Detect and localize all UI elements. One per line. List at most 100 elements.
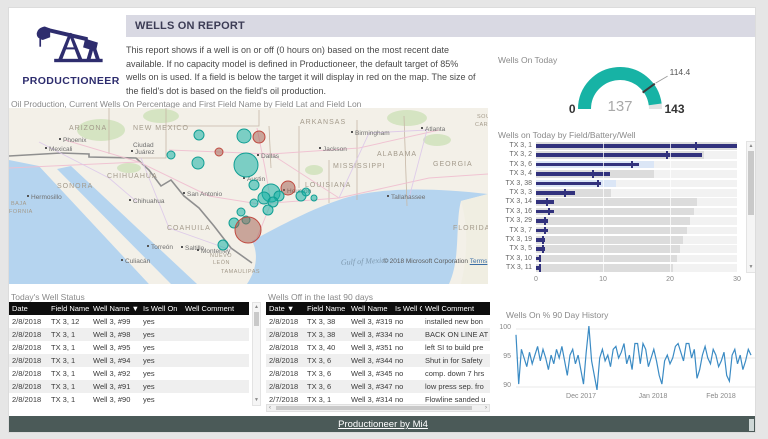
scroll-right-icon[interactable]: › <box>485 405 487 412</box>
field-bubble-on[interactable] <box>263 205 273 215</box>
bar-row[interactable]: TX 3, 2 <box>498 150 756 159</box>
scroll-up-icon[interactable]: ▲ <box>253 304 260 311</box>
table-row[interactable]: 2/8/2018TX 3, 1Well 3, #92yes <box>9 367 249 380</box>
line-y-tick-label: 95 <box>489 353 511 360</box>
scroll-up-icon[interactable]: ▲ <box>747 143 755 150</box>
table-row[interactable]: 2/8/2018TX 3, 40Well 3, #351noleft SI to… <box>266 341 490 354</box>
table-row[interactable]: 2/8/2018TX 3, 1Well 3, #94yes <box>9 354 249 367</box>
column-header[interactable]: Is Well On <box>140 302 182 315</box>
map-region-label: CARO <box>475 122 488 128</box>
scrollbar-thumb[interactable] <box>254 312 259 326</box>
field-bubble-on[interactable] <box>167 151 175 159</box>
bar-row[interactable]: TX 3, 7 <box>498 226 756 235</box>
field-bubble-on[interactable] <box>194 130 204 140</box>
bar-wells-on[interactable] <box>536 153 702 157</box>
bar-row[interactable]: TX 3, 14 <box>498 197 756 206</box>
scroll-left-icon[interactable]: ‹ <box>269 405 271 412</box>
bar-wells-on[interactable] <box>536 172 610 176</box>
column-header[interactable]: Date <box>9 302 48 315</box>
table-cell: Shut in for Safety <box>422 354 490 367</box>
bar-category-label: TX 3, 6 <box>498 161 532 168</box>
today-table-scrollbar[interactable]: ▲ ▼ <box>252 302 261 406</box>
field-bubble-on[interactable] <box>250 199 258 207</box>
table-row[interactable]: 2/8/2018TX 3, 1Well 3, #90yes <box>9 393 249 406</box>
column-header[interactable]: Field Name <box>304 302 348 315</box>
footer-scroll-indicator[interactable] <box>749 419 754 431</box>
scrollbar-thumb[interactable] <box>748 151 754 215</box>
bar-row[interactable]: TX 3, 5 <box>498 244 756 253</box>
column-header[interactable]: Well Name <box>348 302 392 315</box>
column-header[interactable]: Is Well On <box>392 302 422 315</box>
map-city-label: Jackson <box>323 146 347 153</box>
field-bubble-on[interactable] <box>192 157 204 169</box>
bar-category-label: TX 3, 14 <box>498 198 532 205</box>
table-row[interactable]: 2/8/2018TX 3, 6Well 3, #344noShut in for… <box>266 354 490 367</box>
table-cell: Well 3, #91 <box>90 380 140 393</box>
table-row[interactable]: 2/8/2018TX 3, 38Well 3, #319noinstalled … <box>266 315 490 328</box>
bar-wells-on[interactable] <box>536 210 554 214</box>
table-cell: Well 3, #90 <box>90 393 140 406</box>
bar-row[interactable]: TX 3, 11 <box>498 263 756 272</box>
table-cell: Well 3, #94 <box>90 354 140 367</box>
bar-row[interactable]: TX 3, 3 <box>498 188 756 197</box>
table-row[interactable]: 2/8/2018TX 3, 1Well 3, #98yes <box>9 328 249 341</box>
field-bubble-on[interactable] <box>237 129 251 143</box>
table-cell: 2/8/2018 <box>266 315 304 328</box>
field-bubble-off[interactable] <box>253 131 265 143</box>
bar-row[interactable]: TX 3, 38 <box>498 179 756 188</box>
bar-category-label: TX 3, 1 <box>498 142 532 149</box>
wells-on-report-dashboard: { "header": { "title": "WELLS ON REPORT"… <box>0 0 768 439</box>
bar-wells-on[interactable] <box>536 200 554 204</box>
bar-wells-on[interactable] <box>536 144 737 148</box>
field-bubble-off[interactable] <box>215 148 223 156</box>
map-region-label: LOUISIANA <box>305 182 351 189</box>
field-bubble-on[interactable] <box>249 180 259 190</box>
map-city-dot <box>129 199 131 201</box>
bar-marker <box>544 227 546 235</box>
bar-row[interactable]: TX 3, 19 <box>498 235 756 244</box>
column-header[interactable]: Date ▼ <box>266 302 304 315</box>
bar-row[interactable]: TX 3, 16 <box>498 207 756 216</box>
table-row[interactable]: 2/8/2018TX 3, 6Well 3, #345nocomp. down … <box>266 367 490 380</box>
map-terms-link[interactable]: Terms <box>470 258 488 265</box>
bar-chart-scrollbar[interactable]: ▲ ▼ <box>746 141 756 273</box>
table-row[interactable]: 2/8/2018TX 3, 38Well 3, #334noBACK ON LI… <box>266 328 490 341</box>
productioneer-footer-link[interactable]: Productioneer by Mi4 <box>9 416 756 433</box>
column-header[interactable]: Well Comment <box>182 302 249 315</box>
table-cell: yes <box>140 328 182 341</box>
bar-wells-on[interactable] <box>536 219 548 223</box>
field-bubble-off[interactable] <box>235 217 261 243</box>
bar-wells-on[interactable] <box>536 191 575 195</box>
wells-off-table-hscrollbar[interactable]: ‹ › <box>266 404 490 412</box>
bar-row[interactable]: TX 3, 10 <box>498 254 756 263</box>
bar-track <box>536 255 737 263</box>
bar-row[interactable]: TX 3, 29 <box>498 216 756 225</box>
table-row[interactable]: 2/8/2018TX 3, 6Well 3, #347nolow press s… <box>266 380 490 393</box>
bar-wells-on[interactable] <box>536 182 601 186</box>
table-row[interactable]: 2/8/2018TX 3, 12Well 3, #99yes <box>9 315 249 328</box>
field-bubble-on[interactable] <box>218 240 228 250</box>
bing-map[interactable]: ARIZONANEW MEXICOSONORACHIHUAHUACOAHUILA… <box>9 108 488 284</box>
scrollbar-thumb[interactable] <box>276 406 472 410</box>
field-bubble-on[interactable] <box>311 195 317 201</box>
column-header[interactable]: Well Name ▼ <box>90 302 140 315</box>
bar-wells-on[interactable] <box>536 163 639 167</box>
scroll-down-icon[interactable]: ▼ <box>747 264 755 271</box>
bar-marker <box>695 142 697 150</box>
field-bubble-on[interactable] <box>237 208 245 216</box>
wells-on-gauge: 114.40143137 <box>527 63 756 117</box>
field-bubble-on[interactable] <box>234 153 258 177</box>
scroll-down-icon[interactable]: ▼ <box>253 397 260 404</box>
map-city-label: Ciudad <box>133 142 154 149</box>
table-row[interactable]: 2/8/2018TX 3, 1Well 3, #95yes <box>9 341 249 354</box>
table-row[interactable]: 2/8/2018TX 3, 1Well 3, #91yes <box>9 380 249 393</box>
map-region-label: ARIZONA <box>69 125 107 132</box>
field-bubble-on[interactable] <box>302 188 310 196</box>
wells-off-table: Date ▼Field NameWell NameIs Well OnWell … <box>266 302 490 406</box>
bar-row[interactable]: TX 3, 6 <box>498 160 756 169</box>
column-header[interactable]: Well Comment <box>422 302 490 315</box>
column-header[interactable]: Field Name <box>48 302 90 315</box>
bar-row[interactable]: TX 3, 4 <box>498 169 756 178</box>
bar-row[interactable]: TX 3, 1 <box>498 141 756 150</box>
bar-track <box>536 227 737 235</box>
